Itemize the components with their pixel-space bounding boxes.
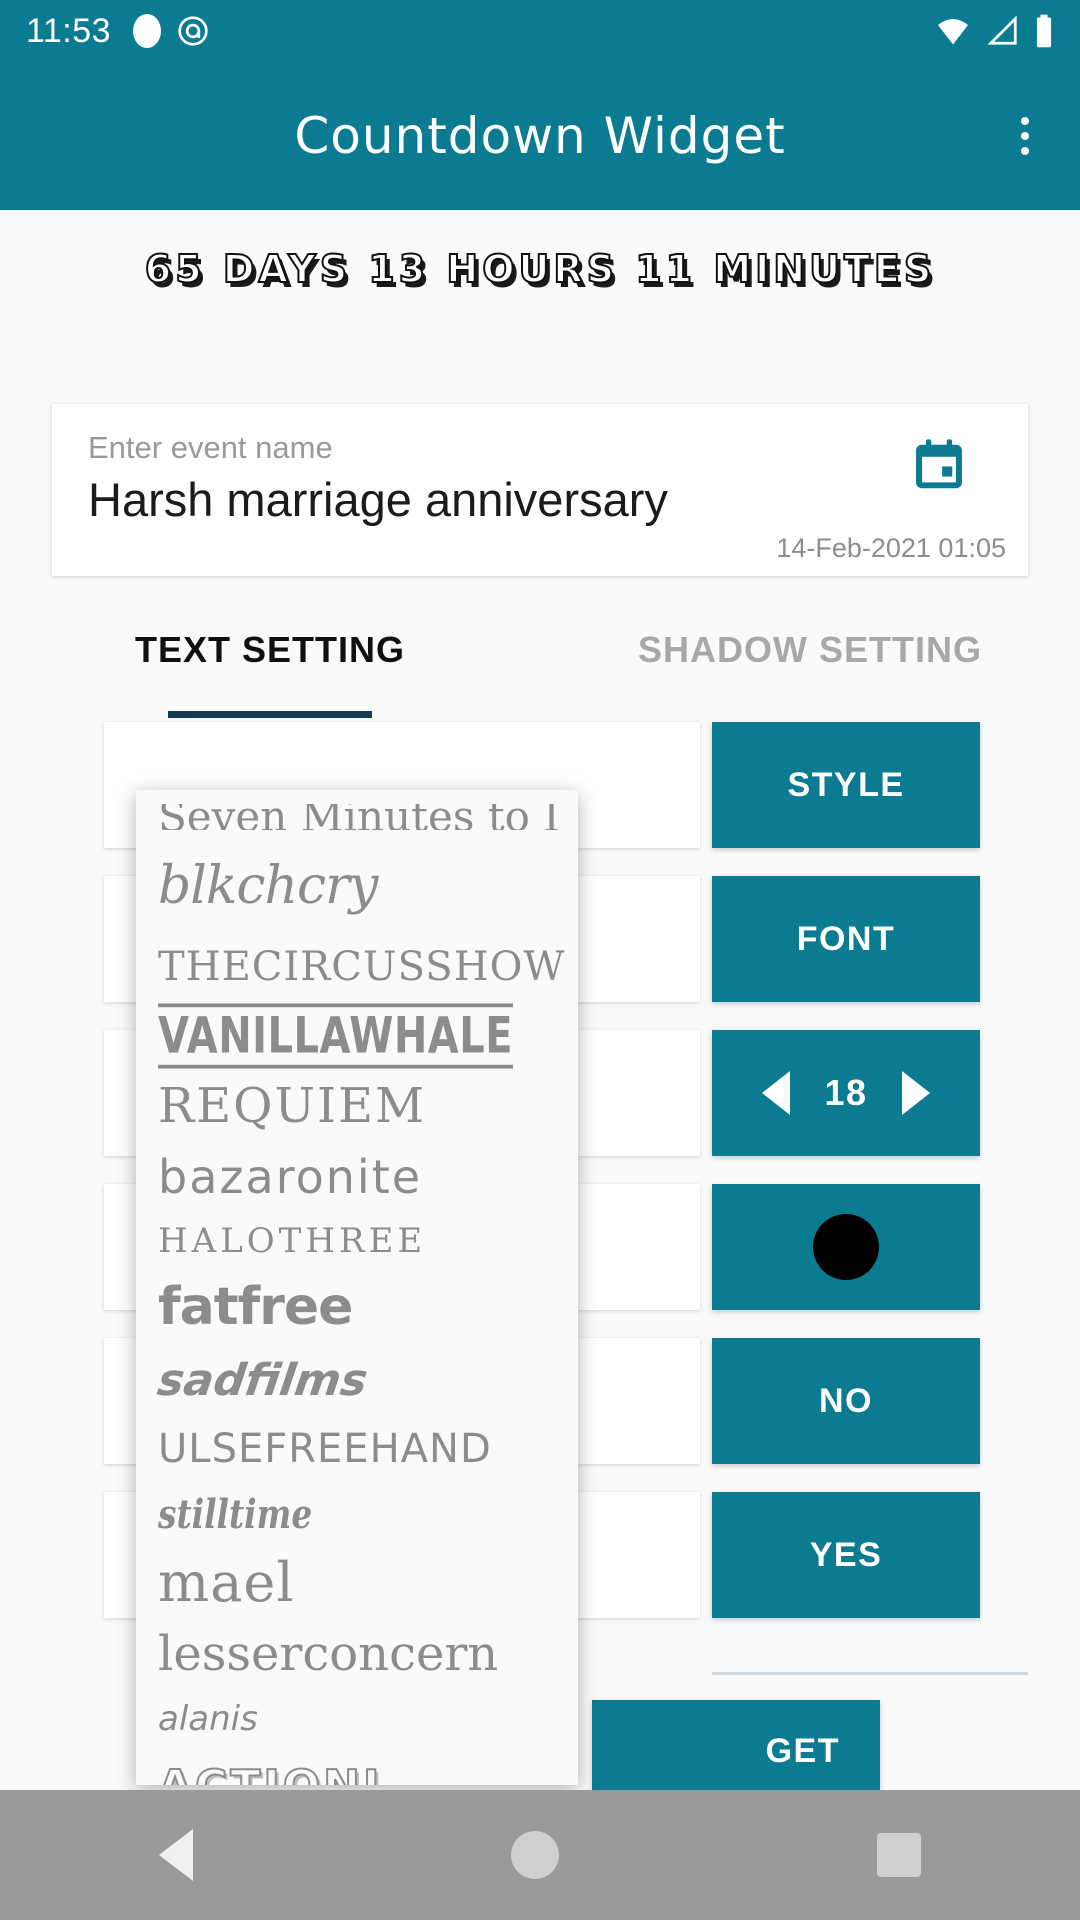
recents-square-icon[interactable] [877, 1833, 921, 1877]
font-option-label: stilltime [158, 1490, 313, 1538]
home-circle-icon[interactable] [511, 1831, 559, 1879]
font-option-label: lesserconcern [158, 1626, 499, 1682]
font-option-label: Seven Minutes to I [158, 804, 560, 830]
font-picker-dropdown[interactable]: Seven Minutes to I blkchcry THECIRCUSSHOW V… [136, 790, 578, 1785]
font-option[interactable]: mael [136, 1546, 578, 1618]
font-option[interactable]: HALOTHREE [136, 1212, 578, 1270]
font-option[interactable]: bazaronite [136, 1142, 578, 1212]
font-option-label: ACTIONJ [157, 1760, 382, 1786]
font-option-label: VANILLAWHALE [158, 1003, 514, 1069]
font-option[interactable]: sadfilms [136, 1344, 578, 1416]
font-option-label: alanis [158, 1699, 258, 1739]
font-option-label: bazaronite [158, 1150, 423, 1204]
font-option[interactable]: fatfree [136, 1270, 578, 1344]
font-option[interactable]: blkchcry [136, 840, 578, 932]
font-option[interactable]: Seven Minutes to I [136, 794, 578, 840]
font-option[interactable]: lesserconcern [136, 1618, 578, 1690]
font-option-label: mael [158, 1550, 295, 1614]
app-screen: 11:53 Countdown Widget 65 DAYS 13 HOURS … [0, 0, 1080, 1920]
font-option[interactable]: ACTIONJ [136, 1748, 578, 1786]
font-option-label: HALOTHREE [158, 1221, 427, 1261]
font-option-label: ULSEFREEHAND [158, 1426, 492, 1472]
font-option-label: blkchcry [158, 856, 378, 916]
font-option-label: REQUIEM [158, 1078, 427, 1134]
font-option[interactable]: VANILLAWHALE [136, 1002, 578, 1070]
font-option[interactable]: REQUIEM [136, 1070, 578, 1142]
font-option-label: fatfree [158, 1277, 353, 1337]
font-option[interactable]: ULSEFREEHAND [136, 1416, 578, 1482]
system-nav-bar [0, 1790, 1080, 1920]
font-option[interactable]: stilltime [136, 1482, 578, 1546]
back-triangle-icon[interactable] [159, 1829, 193, 1881]
font-option-label: sadfilms [154, 1354, 371, 1406]
font-option[interactable]: THECIRCUSSHOW [136, 932, 578, 1002]
font-option[interactable]: alanis [136, 1690, 578, 1748]
font-option-label: THECIRCUSSHOW [158, 944, 566, 990]
